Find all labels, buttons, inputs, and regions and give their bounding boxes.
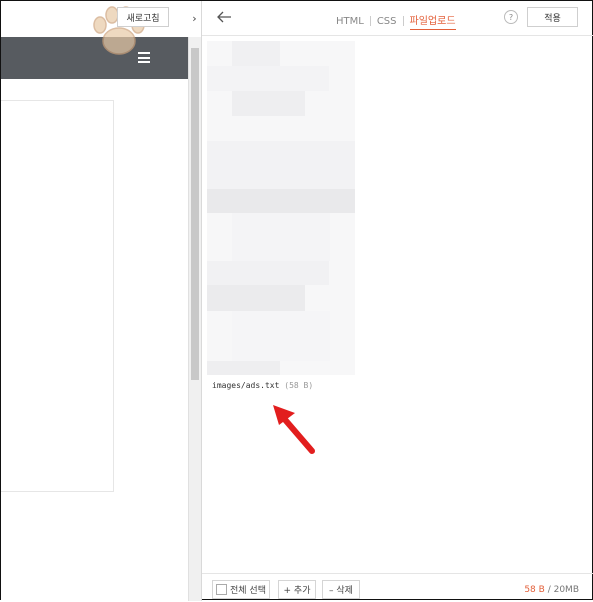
editor-tabs: HTML CSS 파일업로드 [336,12,456,30]
tab-html[interactable]: HTML [336,16,364,27]
preview-pane: 새로고침 [1,1,188,601]
file-name: images/ads.txt [212,381,280,390]
tab-css[interactable]: CSS [377,16,397,27]
editor-footer: 전체 선택 + 추가 – 삭제 58 B / 20MB [202,573,593,602]
tab-separator [402,16,404,26]
editor-pane: HTML CSS 파일업로드 ? 적용 images/ads.txt (58 B… [202,1,593,601]
tab-file-upload[interactable]: 파일업로드 [409,12,456,30]
select-all-button[interactable]: 전체 선택 [212,580,270,599]
editor-header: HTML CSS 파일업로드 ? 적용 [202,1,593,36]
file-size: (58 B) [284,381,314,390]
storage-total: / 20MB [547,585,579,595]
select-all-checkbox[interactable] [216,584,227,595]
apply-button[interactable]: 적용 [527,7,578,27]
back-arrow-icon[interactable] [216,9,232,25]
red-annotation-arrow-icon [273,405,315,454]
file-preview-thumbnail[interactable] [207,41,355,375]
select-all-label: 전체 선택 [230,586,266,596]
storage-used: 58 B [524,585,545,595]
preview-content-card [1,100,114,492]
preview-scrollbar[interactable] [188,37,201,601]
help-icon[interactable]: ? [504,10,518,24]
add-file-button[interactable]: + 추가 [278,580,316,599]
collapse-preview-chevron-icon[interactable]: › [188,7,201,29]
refresh-button[interactable]: 새로고침 [117,7,169,27]
delete-file-button[interactable]: – 삭제 [322,580,360,599]
preview-scrollbar-thumb[interactable] [191,48,199,380]
file-list-item[interactable]: images/ads.txt (58 B) [212,381,313,390]
tab-separator [369,16,371,26]
storage-usage: 58 B / 20MB [524,585,579,595]
